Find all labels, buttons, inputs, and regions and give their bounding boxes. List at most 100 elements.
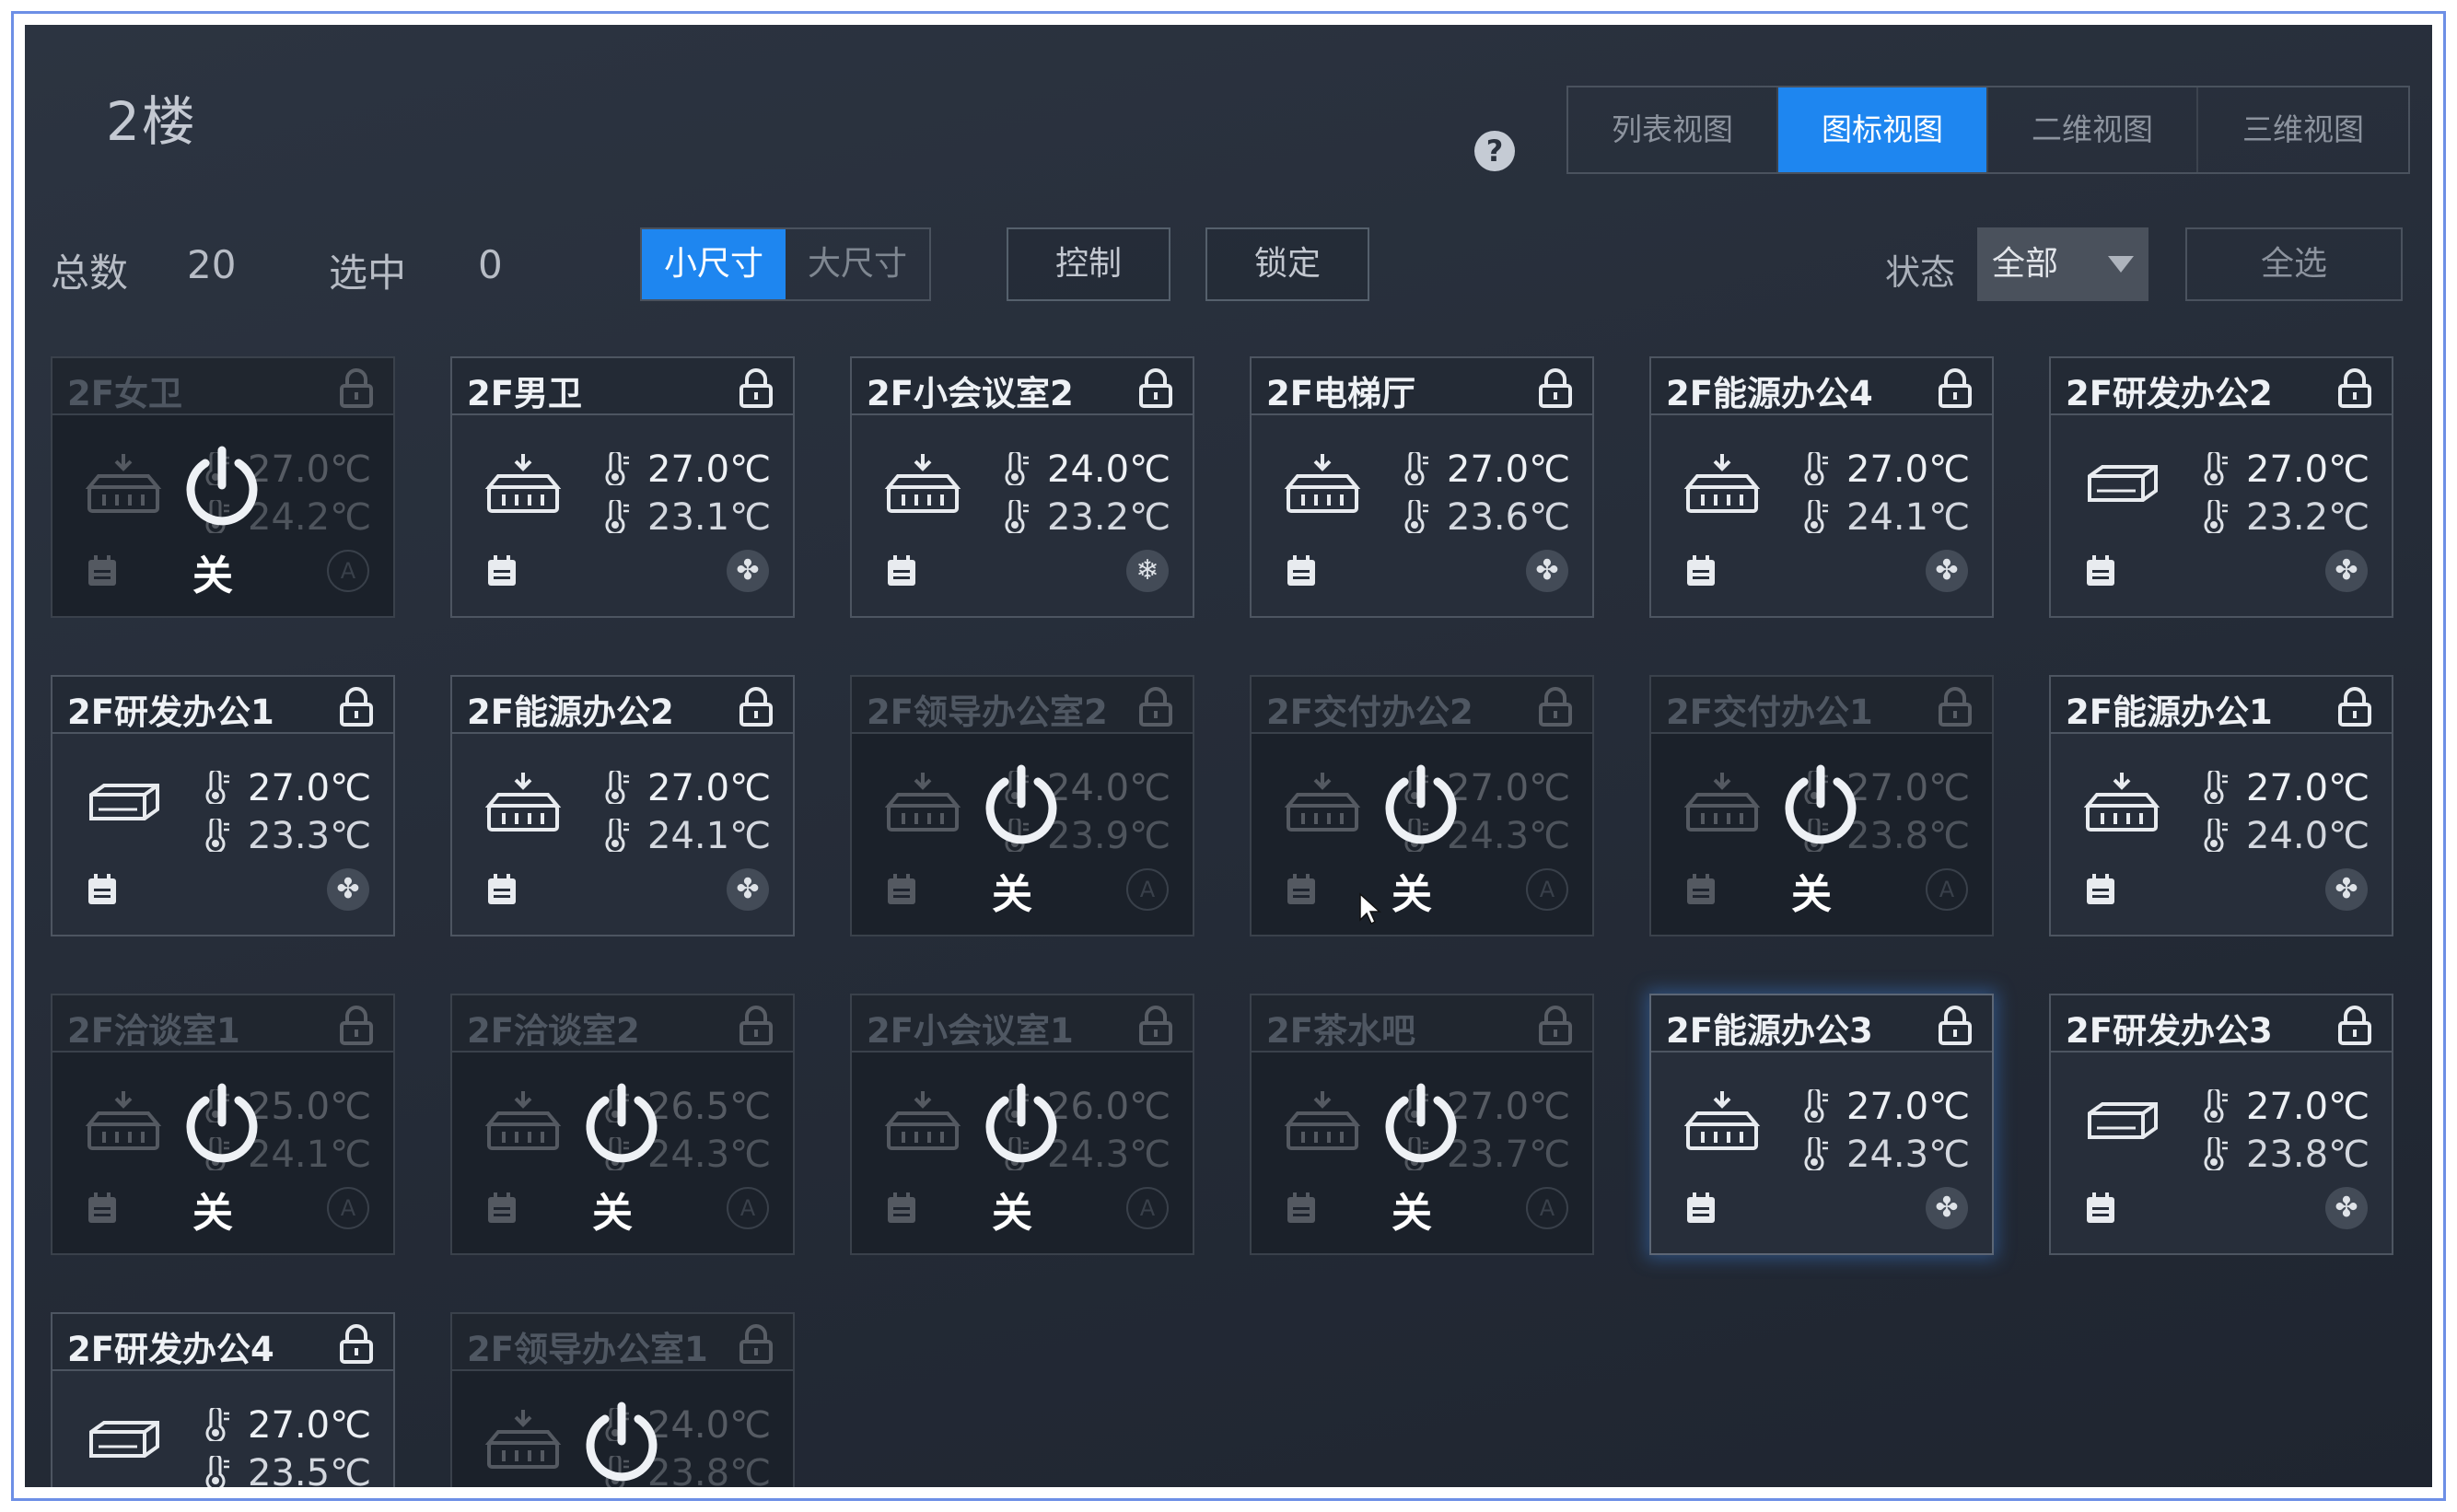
auto-mode-icon[interactable]: A [1526,1187,1568,1229]
schedule-icon[interactable] [885,553,918,588]
lock-icon[interactable] [1137,686,1174,727]
power-icon[interactable] [977,762,1065,850]
device-card[interactable]: 2F研发办公327.0℃23.8℃✤关 [2049,994,2393,1255]
auto-mode-icon[interactable]: A [1526,868,1568,911]
lock-icon[interactable] [1537,1005,1574,1045]
device-card[interactable]: 2F研发办公127.0℃23.3℃✤关 [51,675,395,936]
fan-mode-icon[interactable]: ✤ [2325,868,2368,911]
schedule-icon[interactable] [1684,872,1718,907]
schedule-icon[interactable] [1684,1191,1718,1226]
large-size-button[interactable]: 大尺寸 [786,229,929,299]
lock-icon[interactable] [1937,367,1974,408]
lock-icon[interactable] [1137,1005,1174,1045]
tab-icon-view[interactable]: 图标视图 [1778,87,1988,172]
device-card[interactable]: 2F能源办公427.0℃24.1℃✤关 [1649,356,1994,618]
power-icon[interactable] [1776,762,1865,850]
lock-icon[interactable] [738,1323,774,1364]
device-card[interactable]: 2F能源办公127.0℃24.0℃✤关 [2049,675,2393,936]
power-icon[interactable] [977,1080,1065,1169]
lock-icon[interactable] [2336,367,2373,408]
schedule-icon[interactable] [1285,872,1318,907]
device-card[interactable]: 2F领导办公室124.0℃23.8℃A关 [450,1312,795,1487]
power-icon[interactable] [577,1080,666,1169]
auto-mode-icon[interactable]: A [1126,868,1169,911]
power-icon[interactable] [1377,1080,1465,1169]
auto-mode-icon[interactable]: A [727,1187,769,1229]
thermometer-icon [1799,449,1832,487]
lock-icon[interactable] [2336,1005,2373,1045]
schedule-icon[interactable] [485,872,518,907]
device-card[interactable]: 2F领导办公室2 24.0℃ 23.9℃ A 关 [850,675,1194,936]
device-card[interactable]: 2F能源办公327.0℃24.3℃✤关 [1649,994,1994,1255]
device-card[interactable]: 2F电梯厅27.0℃23.6℃✤关 [1250,356,1594,618]
device-card[interactable]: 2F交付办公2 27.0℃ 24.3℃ A 关 [1250,675,1594,936]
status-select[interactable]: 全部 [1977,227,2148,301]
lock-icon[interactable] [1937,1005,1974,1045]
device-card[interactable]: 2F女卫 27.0℃ 24.2℃ A 关 [51,356,395,618]
fan-mode-icon[interactable]: ✤ [327,868,369,911]
schedule-icon[interactable] [86,1191,119,1226]
help-icon[interactable]: ? [1474,131,1515,171]
power-icon[interactable] [178,443,266,531]
set-temperature: 27.0℃ [600,448,771,491]
lock-icon[interactable] [338,1323,375,1364]
schedule-icon[interactable] [86,553,119,588]
power-icon[interactable] [178,1080,266,1169]
auto-mode-icon[interactable]: A [327,550,369,592]
fan-mode-icon[interactable]: ✤ [727,550,769,592]
device-card[interactable]: 2F研发办公227.0℃23.2℃✤关 [2049,356,2393,618]
lock-button[interactable]: 锁定 [1205,227,1369,301]
schedule-icon[interactable] [1285,1191,1318,1226]
schedule-icon[interactable] [2084,872,2117,907]
fan-mode-icon[interactable]: ✤ [1926,1187,1968,1229]
schedule-icon[interactable] [485,553,518,588]
lock-icon[interactable] [738,1005,774,1045]
fan-mode-icon[interactable]: ✤ [727,868,769,911]
schedule-icon[interactable] [2084,553,2117,588]
lock-icon[interactable] [338,367,375,408]
thermometer-icon [2198,1134,2231,1172]
power-icon[interactable] [577,1399,666,1487]
small-size-button[interactable]: 小尺寸 [642,229,786,299]
schedule-icon[interactable] [885,1191,918,1226]
device-card[interactable]: 2F男卫27.0℃23.1℃✤关 [450,356,795,618]
lock-icon[interactable] [738,686,774,727]
set-temperature-value: 27.0℃ [1447,448,1570,491]
device-card[interactable]: 2F洽谈室2 26.5℃ 24.3℃ A 关 [450,994,795,1255]
lock-icon[interactable] [338,1005,375,1045]
lock-icon[interactable] [1137,367,1174,408]
fan-mode-icon[interactable]: ✤ [2325,550,2368,592]
select-all-button[interactable]: 全选 [2185,227,2403,301]
auto-mode-icon[interactable]: A [1926,868,1968,911]
schedule-icon[interactable] [885,872,918,907]
fan-mode-icon[interactable]: ✤ [1526,550,1568,592]
device-card[interactable]: 2F交付办公1 27.0℃ 23.8℃ A 关 [1649,675,1994,936]
tab-2d-view[interactable]: 二维视图 [1988,87,2198,172]
lock-icon[interactable] [1937,686,1974,727]
fan-mode-icon[interactable]: ✤ [1926,550,1968,592]
power-icon[interactable] [1377,762,1465,850]
control-button[interactable]: 控制 [1007,227,1170,301]
auto-mode-icon[interactable]: A [327,1187,369,1229]
tab-3d-view[interactable]: 三维视图 [2198,87,2408,172]
device-card[interactable]: 2F研发办公427.0℃23.5℃✤关 [51,1312,395,1487]
device-card[interactable]: 2F小会议室1 26.0℃ 24.3℃ A 关 [850,994,1194,1255]
tab-list-view[interactable]: 列表视图 [1568,87,1778,172]
fan-mode-icon[interactable]: ✤ [2325,1187,2368,1229]
lock-icon[interactable] [738,367,774,408]
schedule-icon[interactable] [485,1191,518,1226]
lock-icon[interactable] [1537,686,1574,727]
device-card[interactable]: 2F茶水吧 27.0℃ 23.7℃ A 关 [1250,994,1594,1255]
schedule-icon[interactable] [86,872,119,907]
lock-icon[interactable] [338,686,375,727]
device-card[interactable]: 2F能源办公227.0℃24.1℃✤关 [450,675,795,936]
schedule-icon[interactable] [1684,553,1718,588]
lock-icon[interactable] [1537,367,1574,408]
auto-mode-icon[interactable]: A [1126,1187,1169,1229]
schedule-icon[interactable] [2084,1191,2117,1226]
device-card[interactable]: 2F小会议室224.0℃23.2℃❄关 [850,356,1194,618]
lock-icon[interactable] [2336,686,2373,727]
cool-mode-icon[interactable]: ❄ [1126,550,1169,592]
schedule-icon[interactable] [1285,553,1318,588]
device-card[interactable]: 2F洽谈室1 25.0℃ 24.1℃ A 关 [51,994,395,1255]
